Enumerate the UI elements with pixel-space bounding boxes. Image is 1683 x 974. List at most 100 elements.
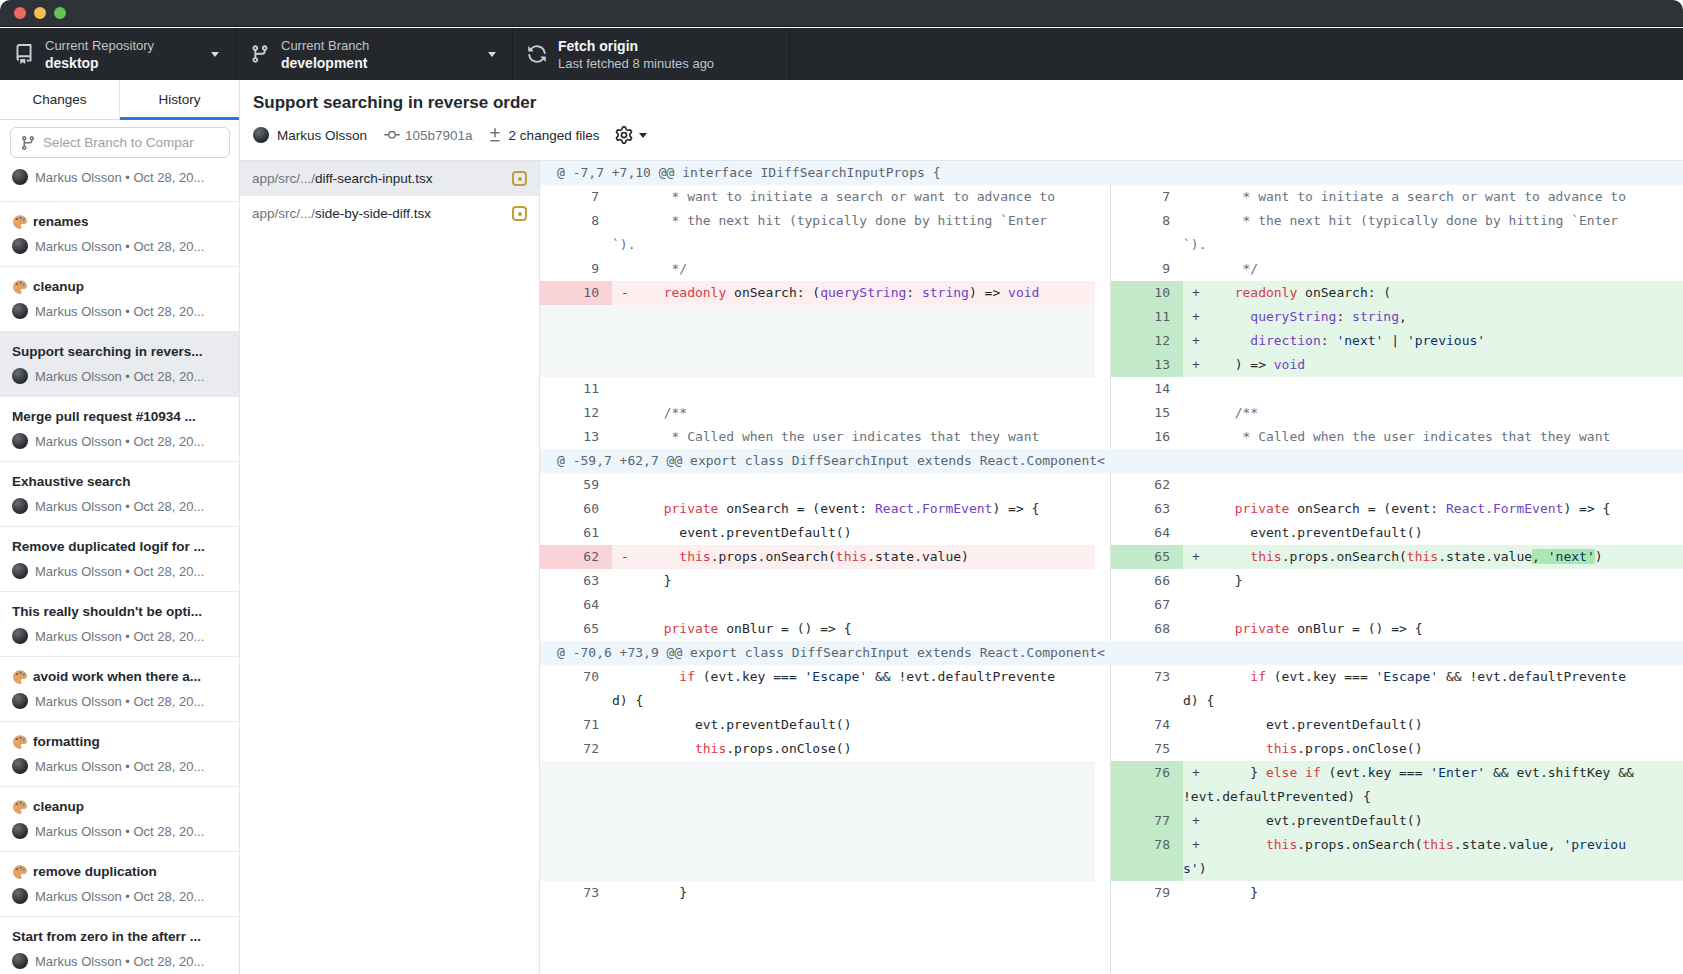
commit-list-item[interactable]: This really shouldn't be opti...Markus O…: [0, 592, 239, 657]
author-avatar: [12, 563, 28, 579]
commit-header: Support searching in reverse order Marku…: [240, 80, 1683, 161]
diff-line: 64 event.preventDefault(): [1110, 521, 1683, 545]
diff-row: 77+ evt.preventDefault(): [540, 809, 1683, 833]
code-text: [612, 473, 1095, 497]
commit-item-title: Support searching in revers...: [12, 343, 229, 360]
commit-item-meta: Markus Olsson • Oct 28, 20...: [35, 170, 204, 185]
code-text: private onSearch = (event: React.FormEve…: [1183, 497, 1683, 521]
diff-spacer-cell: [540, 761, 1095, 809]
current-branch-button[interactable]: Current Branch development: [236, 28, 513, 80]
commit-list-item[interactable]: Remove duplicated logif for ...Markus Ol…: [0, 527, 239, 592]
diff-line: 66 }: [1110, 569, 1683, 593]
commit-item-title: cleanup: [12, 798, 229, 815]
diff-line: 11: [540, 377, 1095, 401]
commit-item-meta: Markus Olsson • Oct 28, 20...: [35, 954, 204, 969]
author-avatar: [12, 238, 28, 254]
commit-list-item[interactable]: Markus Olsson • Oct 28, 20...: [0, 160, 239, 202]
code-text: private onSearch = (event: React.FormEve…: [612, 497, 1095, 521]
commit-title: Support searching in reverse order: [253, 93, 1683, 113]
branch-icon: [250, 44, 270, 64]
diff-line: 63 }: [540, 569, 1095, 593]
line-number: 10: [540, 281, 612, 305]
diff-icon: [487, 127, 503, 143]
line-number: 72: [540, 737, 612, 761]
commit-list-item[interactable]: remove duplicationMarkus Olsson • Oct 28…: [0, 852, 239, 917]
author-avatar: [12, 888, 28, 904]
diff-options-button[interactable]: [615, 126, 633, 144]
commit-item-meta: Markus Olsson • Oct 28, 20...: [35, 889, 204, 904]
line-number: 76: [1111, 761, 1183, 809]
close-window-button[interactable]: [14, 7, 26, 19]
branch-compare-filter[interactable]: Select Branch to Compar: [10, 127, 230, 158]
author-avatar: [12, 169, 28, 185]
code-text: if (evt.key === 'Escape' && !evt.default…: [1183, 665, 1683, 713]
diff-line: 13 * Called when the user indicates that…: [540, 425, 1095, 449]
current-repository-button[interactable]: Current Repository desktop: [0, 28, 236, 80]
diff-row: 61 event.preventDefault()64 event.preven…: [540, 521, 1683, 545]
zoom-window-button[interactable]: [54, 7, 66, 19]
code-text: + this.props.onSearch(this.state.value, …: [1183, 545, 1683, 569]
diff-row: 76+ } else if (evt.key === 'Enter' && ev…: [540, 761, 1683, 809]
commit-list-item[interactable]: Exhaustive searchMarkus Olsson • Oct 28,…: [0, 462, 239, 527]
diff-line: 10- readonly onSearch: (queryString: str…: [540, 281, 1095, 305]
commit-list-item[interactable]: avoid work when there a...Markus Olsson …: [0, 657, 239, 722]
diff-row: 60 private onSearch = (event: React.Form…: [540, 497, 1683, 521]
diff-row: 65 private onBlur = () => {68 private on…: [540, 617, 1683, 641]
commit-list-item[interactable]: Merge pull request #10934 ...Markus Olss…: [0, 397, 239, 462]
diff-line: 8 * the next hit (typically done by hitt…: [1110, 209, 1683, 257]
line-number: 8: [1111, 209, 1183, 257]
code-text: private onBlur = () => {: [1183, 617, 1683, 641]
diff-line: 15 /**: [1110, 401, 1683, 425]
code-text: + this.props.onSearch(this.state.value, …: [1183, 833, 1683, 881]
commit-item-title: renames: [12, 213, 229, 230]
diff-line: 71 evt.preventDefault(): [540, 713, 1095, 737]
sync-icon: [527, 44, 547, 64]
diff-line: 64: [540, 593, 1095, 617]
commit-item-meta: Markus Olsson • Oct 28, 20...: [35, 239, 204, 254]
changed-files-list: app/src/.../diff-search-input.tsxapp/src…: [240, 161, 540, 974]
commit-list-item[interactable]: cleanupMarkus Olsson • Oct 28, 20...: [0, 787, 239, 852]
line-number: 62: [1111, 473, 1183, 497]
line-number: 78: [1111, 833, 1183, 881]
diff-line: 8 * the next hit (typically done by hitt…: [540, 209, 1095, 257]
commit-item-title: Merge pull request #10934 ...: [12, 408, 229, 425]
line-number: 70: [540, 665, 612, 713]
minimize-window-button[interactable]: [34, 7, 46, 19]
commit-sha: 105b7901a: [405, 128, 473, 143]
commit-list-item[interactable]: cleanupMarkus Olsson • Oct 28, 20...: [0, 267, 239, 332]
tab-history[interactable]: History: [119, 80, 239, 119]
line-number: 61: [540, 521, 612, 545]
line-number: 65: [1111, 545, 1183, 569]
line-number: 67: [1111, 593, 1183, 617]
code-text: * Called when the user indicates that th…: [1183, 425, 1683, 449]
repo-label: Current Repository: [45, 37, 154, 54]
line-number: 79: [1111, 881, 1183, 905]
code-text: }: [1183, 569, 1683, 593]
commit-list-item[interactable]: renames Markus Olsson • Oct 28, 20...: [0, 202, 239, 267]
commit-list-item[interactable]: Start from zero in the afterr ...Markus …: [0, 917, 239, 974]
diff-view: @ -7,7 +7,10 @@ interface IDiffSearchInp…: [540, 161, 1683, 974]
line-number: 16: [1111, 425, 1183, 449]
line-number: 73: [540, 881, 612, 905]
author-avatar: [12, 953, 28, 969]
changed-files-count: 2 changed files: [509, 128, 600, 143]
diff-row: 63 }66 }: [540, 569, 1683, 593]
commit-list-item[interactable]: formattingMarkus Olsson • Oct 28, 20...: [0, 722, 239, 787]
diff-line: 65 private onBlur = () => {: [540, 617, 1095, 641]
commit-list-item[interactable]: Support searching in revers...Markus Ols…: [0, 332, 239, 397]
palette-emoji-icon: [12, 214, 28, 230]
changed-file-row[interactable]: app/src/.../diff-search-input.tsx: [240, 161, 539, 196]
fetch-origin-button[interactable]: Fetch origin Last fetched 8 minutes ago: [513, 28, 790, 80]
code-text: * the next hit (typically done by hittin…: [1183, 209, 1683, 257]
line-number: 63: [540, 569, 612, 593]
code-text: + readonly onSearch: (: [1183, 281, 1683, 305]
diff-row: 8 * the next hit (typically done by hitt…: [540, 209, 1683, 257]
code-text: [612, 593, 1095, 617]
diff-hunk-header: @ -7,7 +7,10 @@ interface IDiffSearchInp…: [540, 161, 1683, 185]
fetch-title: Fetch origin: [558, 37, 714, 55]
tab-changes[interactable]: Changes: [0, 80, 119, 119]
line-number: 12: [1111, 329, 1183, 353]
diff-spacer-cell: [540, 809, 1095, 833]
line-number: 11: [1111, 305, 1183, 329]
changed-file-row[interactable]: app/src/.../side-by-side-diff.tsx: [240, 196, 539, 231]
